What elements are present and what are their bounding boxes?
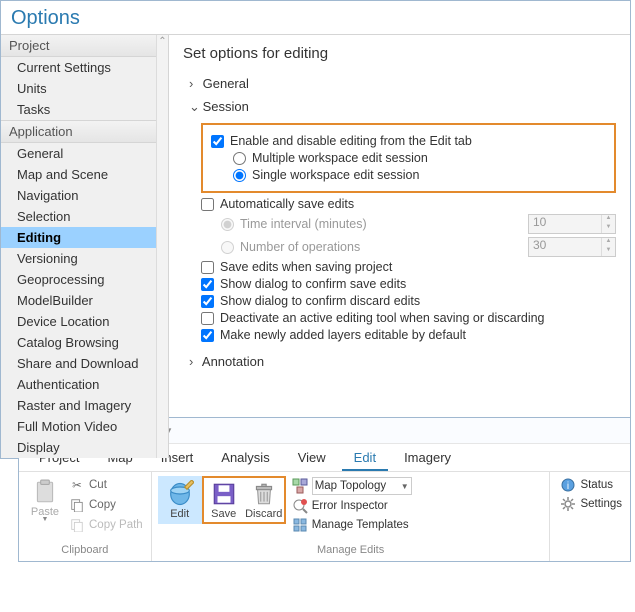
copy-path-icon (69, 517, 85, 533)
status-button[interactable]: i Status (558, 476, 624, 494)
chevron-down-icon: ▼ (401, 482, 409, 491)
tree-item-display[interactable]: Display (1, 437, 168, 458)
tree-item-versioning[interactable]: Versioning (1, 248, 168, 269)
tree-item-units[interactable]: Units (1, 78, 168, 99)
tree-item-general[interactable]: General (1, 143, 168, 164)
enable-editing-label: Enable and disable editing from the Edit… (230, 134, 472, 148)
tree-item-authentication[interactable]: Authentication (1, 374, 168, 395)
chevron-right-icon: › (189, 76, 199, 91)
trash-icon (250, 480, 278, 508)
tree-scrollbar[interactable]: ⌃ (156, 35, 168, 458)
save-edits-button[interactable]: Save (204, 478, 244, 522)
options-tree: Project Current Settings Units Tasks App… (1, 35, 169, 458)
auto-save-checkbox[interactable] (201, 198, 214, 211)
num-ops-input: 30 ▲▼ (528, 237, 616, 257)
window-title: Options (1, 1, 630, 34)
group-clipboard: Paste ▼ ✂ Cut Copy Copy Path (19, 472, 152, 561)
templates-icon (292, 517, 308, 533)
tab-imagery[interactable]: Imagery (392, 444, 463, 471)
manage-templates-button[interactable]: Manage Templates (290, 516, 414, 534)
new-layers-label: Make newly added layers editable by defa… (220, 328, 466, 342)
copy-icon (69, 497, 85, 513)
error-inspector-button[interactable]: Error Inspector (290, 497, 414, 515)
enable-editing-checkbox[interactable] (211, 135, 224, 148)
chevron-down-icon: ⌄ (189, 99, 199, 115)
save-project-checkbox[interactable] (201, 261, 214, 274)
section-general[interactable]: › General (189, 76, 616, 91)
edit-icon (166, 480, 194, 508)
svg-text:i: i (567, 481, 569, 492)
paste-icon (31, 478, 59, 506)
copy-button[interactable]: Copy (67, 496, 145, 514)
tree-item-modelbuilder[interactable]: ModelBuilder (1, 290, 168, 311)
tab-edit[interactable]: Edit (342, 444, 388, 471)
tree-item-geoprocessing[interactable]: Geoprocessing (1, 269, 168, 290)
single-workspace-radio[interactable] (233, 169, 246, 182)
tree-item-tasks[interactable]: Tasks (1, 99, 168, 120)
session-highlight: Enable and disable editing from the Edit… (201, 123, 616, 193)
time-interval-input: 10 ▲▼ (528, 214, 616, 234)
deactivate-label: Deactivate an active editing tool when s… (220, 311, 545, 325)
new-layers-checkbox[interactable] (201, 329, 214, 342)
multiple-workspace-label: Multiple workspace edit session (252, 151, 428, 165)
confirm-discard-checkbox[interactable] (201, 295, 214, 308)
tree-group-project[interactable]: Project (1, 35, 168, 57)
tree-item-editing[interactable]: Editing (1, 227, 168, 248)
single-workspace-label: Single workspace edit session (252, 168, 419, 182)
time-interval-radio (221, 218, 234, 231)
save-icon (210, 480, 238, 508)
section-annotation[interactable]: › Annotation (189, 354, 616, 369)
scroll-up-icon[interactable]: ⌃ (157, 35, 168, 49)
multiple-workspace-radio[interactable] (233, 152, 246, 165)
options-window: Options Project Current Settings Units T… (0, 0, 631, 459)
tab-analysis[interactable]: Analysis (209, 444, 281, 471)
time-interval-label: Time interval (minutes) (240, 217, 367, 231)
group-clipboard-label: Clipboard (25, 542, 145, 559)
error-inspector-icon (292, 498, 308, 514)
topology-dropdown[interactable]: Map Topology▼ (290, 476, 414, 496)
group-manage-label: Manage Edits (158, 542, 544, 559)
tree-item-catalog-browsing[interactable]: Catalog Browsing (1, 332, 168, 353)
tree-item-map-scene[interactable]: Map and Scene (1, 164, 168, 185)
save-project-label: Save edits when saving project (220, 260, 392, 274)
pane-title: Set options for editing (183, 45, 616, 62)
tree-item-raster-imagery[interactable]: Raster and Imagery (1, 395, 168, 416)
chevron-down-icon: ▼ (42, 516, 49, 523)
confirm-save-label: Show dialog to confirm save edits (220, 277, 406, 291)
deactivate-checkbox[interactable] (201, 312, 214, 325)
scissors-icon: ✂ (69, 477, 85, 493)
topology-icon (292, 478, 308, 494)
paste-button: Paste ▼ (25, 476, 65, 525)
tab-view[interactable]: View (286, 444, 338, 471)
auto-save-label: Automatically save edits (220, 197, 354, 211)
cut-button[interactable]: ✂ Cut (67, 476, 145, 494)
ribbon-content: Paste ▼ ✂ Cut Copy Copy Path (19, 471, 630, 561)
edit-button[interactable]: Edit (160, 478, 200, 522)
tree-group-application[interactable]: Application (1, 120, 168, 143)
options-pane: Set options for editing › General ⌄ Sess… (169, 35, 630, 458)
confirm-discard-label: Show dialog to confirm discard edits (220, 294, 420, 308)
discard-edits-button[interactable]: Discard (244, 478, 284, 522)
tree-item-fmv[interactable]: Full Motion Video (1, 416, 168, 437)
confirm-save-checkbox[interactable] (201, 278, 214, 291)
save-discard-highlight: Save Discard (202, 476, 286, 524)
section-session[interactable]: ⌄ Session (189, 99, 616, 115)
tree-item-selection[interactable]: Selection (1, 206, 168, 227)
status-icon: i (560, 477, 576, 493)
copy-path-button: Copy Path (67, 516, 145, 534)
group-features: i Status Settings (550, 472, 630, 561)
num-ops-radio (221, 241, 234, 254)
tree-item-share-download[interactable]: Share and Download (1, 353, 168, 374)
chevron-right-icon: › (189, 354, 199, 369)
tree-item-navigation[interactable]: Navigation (1, 185, 168, 206)
tree-item-device-location[interactable]: Device Location (1, 311, 168, 332)
gear-icon (560, 496, 576, 512)
tree-item-current-settings[interactable]: Current Settings (1, 57, 168, 78)
num-ops-label: Number of operations (240, 240, 360, 254)
group-manage-edits: Edit Save Discard Map T (152, 472, 551, 561)
settings-button[interactable]: Settings (558, 495, 624, 513)
